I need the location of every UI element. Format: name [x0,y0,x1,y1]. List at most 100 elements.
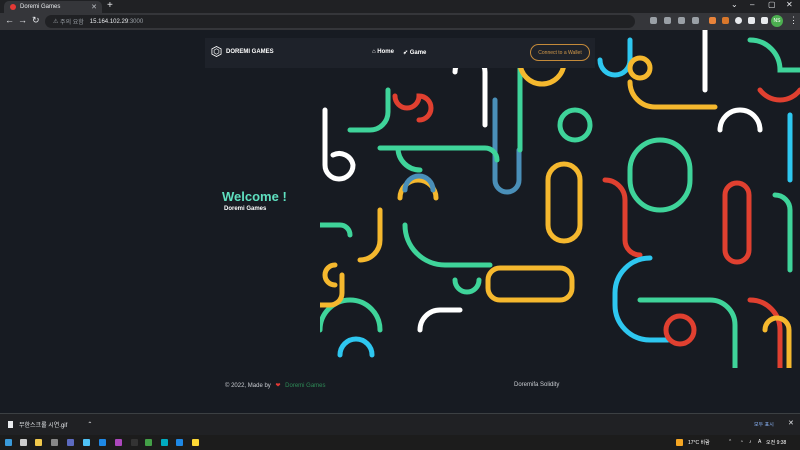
decorative-line-art [320,30,800,368]
bookmark-star-icon[interactable] [692,17,699,24]
taskbar-app-icon[interactable] [192,439,199,446]
yellow-s [627,79,718,110]
volume-icon[interactable]: ♪ [749,439,752,445]
steel-bottom [402,173,436,193]
footer-link[interactable]: Doremi Games [285,383,325,389]
taskbar-app-icon[interactable] [67,439,74,446]
red-arc [392,93,434,123]
more-menu-icon[interactable]: ⋮ [789,15,798,26]
metamask-extension-icon[interactable] [709,17,716,24]
copyright-text: © 2022, Made by [225,383,271,389]
share-icon[interactable] [678,17,685,24]
red-ring [663,313,697,347]
weather-icon [676,439,683,446]
extension-icon[interactable] [722,17,729,24]
white-bottom [417,307,463,333]
zoom-icon[interactable] [664,17,671,24]
url-port: :3000 [128,18,144,25]
security-label: 주의 요함 [60,20,84,26]
side-panel-icon[interactable] [761,17,768,24]
vscode-taskbar-icon[interactable] [176,439,183,446]
taskbar-app-icon[interactable] [131,439,138,446]
nav-game[interactable]: ➶ Game [403,49,426,56]
reload-icon[interactable]: ↻ [32,15,40,26]
steel-u [492,97,522,195]
rocket-icon: ➶ [403,50,410,56]
green-mid [402,222,493,268]
connect-wallet-button[interactable]: Connect to a Wallet [530,44,590,61]
green-curve [347,87,391,133]
footer-right-text: Doremifa Solidity [514,382,560,388]
browser-tab-strip: Doremi Games ✕ + ⌄ – ▢ ✕ [0,0,800,13]
weather-text[interactable]: 17°C 비람 [688,439,710,446]
new-tab-button[interactable]: + [107,0,113,11]
green-right [772,192,793,273]
network-icon[interactable]: ◔ [740,439,743,445]
footer-credit: © 2022, Made by ❤ Doremi Games [225,382,326,389]
green-ring [557,107,593,143]
green-bottom [637,297,738,368]
tab-doremi-games[interactable]: Doremi Games ✕ [4,1,102,13]
red-top-right [757,87,800,103]
red-bottom-right [747,297,783,368]
address-bar[interactable]: ⚠ 주의 요함 15.164.102.29 :3000 [45,15,635,28]
green-ring-2 [452,277,482,295]
cyan-bottom-left [337,336,375,358]
heart-icon: ❤ [275,383,281,389]
taskbar-app-icon[interactable] [115,439,122,446]
yellow-pill [545,161,583,244]
close-tab-icon[interactable]: ✕ [91,3,97,11]
maximize-icon[interactable]: ▢ [768,0,776,9]
green-top-right [747,37,800,73]
yellow-bottom-pill [485,265,575,303]
extension-icon[interactable] [735,17,742,24]
red-pill [722,180,752,265]
tab-search-icon[interactable]: ⌄ [731,0,738,9]
file-explorer-icon[interactable] [35,439,42,446]
download-bar: 무한스크롤 시연.gif ⌃ 모두 표시 ✕ [0,413,800,435]
hero-title: Welcome ! [222,189,287,204]
nav-home[interactable]: ⌂ Home [372,49,394,55]
translate-icon[interactable] [650,17,657,24]
download-file-name: 무한스크롤 시연.gif [19,423,68,429]
taskbar-app-icon[interactable] [161,439,168,446]
tab-title: Doremi Games [20,4,61,10]
browser-toolbar: ← → ↻ ⚠ 주의 요함 15.164.102.29 :3000 NS ⋮ [0,13,800,30]
brand-name[interactable]: DOREMI GAMES [226,49,274,55]
minimize-icon[interactable]: – [750,0,754,9]
back-icon[interactable]: ← [5,15,14,25]
search-icon[interactable] [20,439,27,446]
windows-start-icon[interactable] [5,439,12,446]
white-right-arc [717,107,763,133]
close-download-bar-icon[interactable]: ✕ [788,419,794,427]
url-host: 15.164.102.29 [89,18,129,25]
green-capsule [627,137,693,213]
warning-icon: ⚠ [53,19,61,25]
yellow-circle [627,55,653,81]
windows-taskbar: 17°C 비람 ⌃ ◔ ♪ A 오전 9:38 [0,435,800,450]
green-arc [395,145,423,173]
site-header: DOREMI GAMES ⌂ Home ➶ Game Connect to a … [205,38,595,68]
chrome-taskbar-icon[interactable] [145,439,152,446]
page-viewport: DOREMI GAMES ⌂ Home ➶ Game Connect to a … [0,30,800,413]
forward-icon[interactable]: → [18,15,27,25]
doremi-logo-icon[interactable] [211,46,222,57]
taskbar-app-icon[interactable] [51,439,58,446]
download-item[interactable]: 무한스크롤 시연.gif ⌃ [8,420,92,429]
taskbar-app-icon[interactable] [99,439,106,446]
nav-game-label: Game [409,50,427,56]
yellow-left [322,262,338,288]
clock[interactable]: 오전 9:38 [766,439,786,446]
profile-avatar[interactable]: NS [771,15,783,27]
favicon-icon [10,4,16,10]
yellow-bottom-right [762,315,792,368]
show-all-button[interactable]: 모두 표시 [754,421,774,428]
ime-indicator[interactable]: A [758,439,761,445]
extensions-puzzle-icon[interactable] [748,17,755,24]
close-window-icon[interactable]: ✕ [786,0,793,9]
chevron-up-icon[interactable]: ⌃ [87,421,92,428]
tray-chevron-icon[interactable]: ⌃ [728,439,732,445]
cyan-diag [597,37,633,78]
taskbar-app-icon[interactable] [83,439,90,446]
green-left-mid [320,222,353,238]
